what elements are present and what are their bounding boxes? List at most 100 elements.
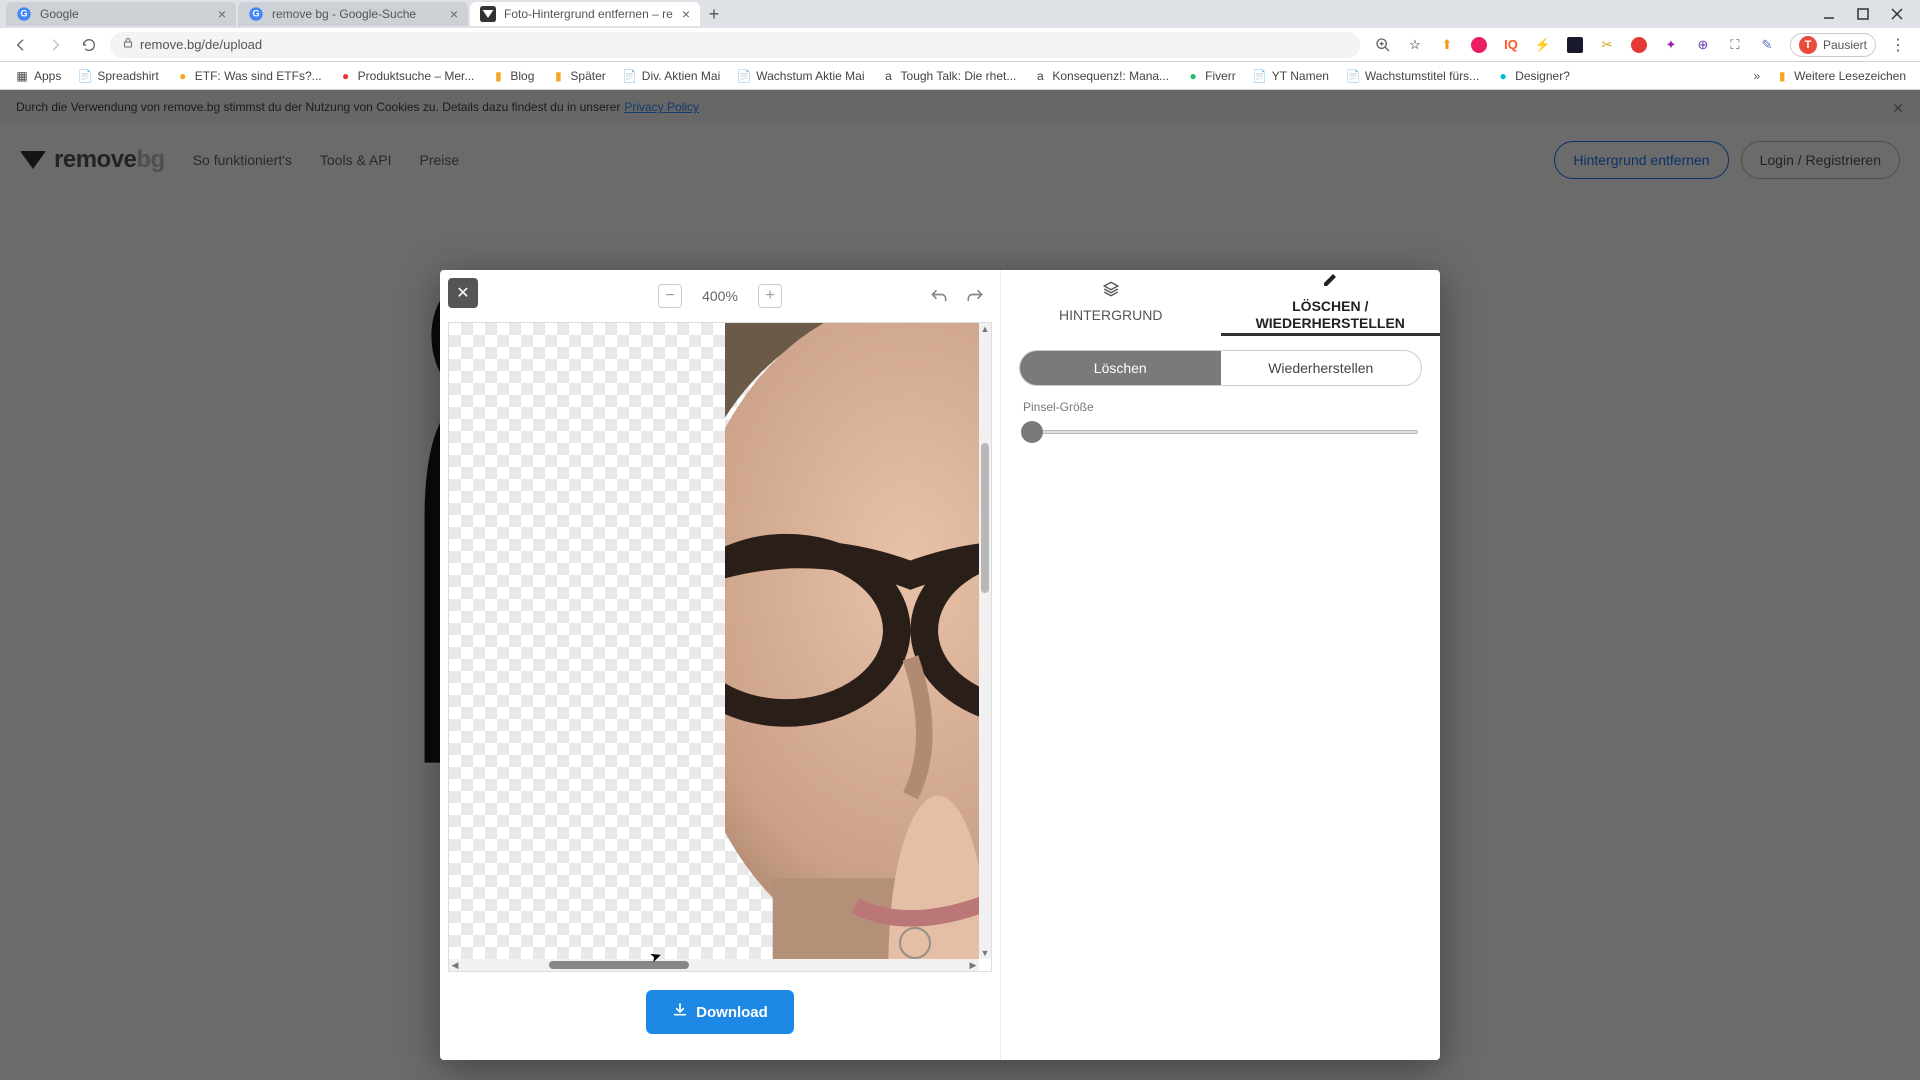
extension-icon[interactable]: ✦ [1662, 36, 1680, 54]
horizontal-scrollbar[interactable]: ◀ ▶ [449, 959, 979, 971]
vertical-scroll-thumb[interactable] [981, 443, 989, 593]
extension-icon[interactable]: ⚡ [1534, 36, 1552, 54]
extension-icon[interactable]: ✎ [1758, 36, 1776, 54]
extension-icon[interactable]: ⊕ [1694, 36, 1712, 54]
undo-redo-controls [926, 284, 988, 310]
browser-menu-button[interactable]: ⋮ [1890, 35, 1906, 55]
redo-button[interactable] [962, 284, 988, 310]
bookmark-favicon: ● [1495, 68, 1511, 84]
lock-icon [122, 37, 134, 52]
browser-tab[interactable]: Foto-Hintergrund entfernen – re × [470, 2, 700, 26]
close-icon[interactable]: × [218, 7, 226, 21]
extension-icon[interactable] [1470, 36, 1488, 54]
editor-canvas[interactable]: ▲ ▼ ◀ ▶ ➤ [448, 322, 992, 972]
window-controls [1822, 7, 1914, 21]
zoom-icon[interactable] [1374, 36, 1392, 54]
bookmark-favicon: 📄 [1252, 68, 1268, 84]
zoom-out-button[interactable]: − [658, 284, 682, 308]
scroll-right-arrow[interactable]: ▶ [967, 959, 979, 971]
profile-label: Pausiert [1823, 38, 1867, 52]
google-favicon: G [248, 6, 264, 22]
maximize-button[interactable] [1856, 7, 1870, 21]
scroll-down-arrow[interactable]: ▼ [979, 947, 991, 959]
bookmark-item[interactable]: ●ETF: Was sind ETFs?... [169, 65, 328, 87]
more-bookmarks[interactable]: ▮Weitere Lesezeichen [1768, 65, 1912, 87]
apps-button[interactable]: ▦Apps [8, 65, 67, 87]
browser-chrome: G Google × G remove bg - Google-Suche × … [0, 0, 1920, 90]
bookmark-favicon: ● [175, 68, 191, 84]
download-icon [672, 1002, 688, 1022]
bookmark-favicon: ● [1185, 68, 1201, 84]
subject-image [725, 323, 979, 959]
address-bar: remove.bg/de/upload ☆ ⬆ IQ ⚡ ✂ ✦ ⊕ ⛶ ✎ T… [0, 28, 1920, 62]
google-favicon: G [16, 6, 32, 22]
scroll-left-arrow[interactable]: ◀ [449, 959, 461, 971]
brush-size-slider[interactable] [1023, 418, 1418, 446]
window-close-button[interactable] [1890, 7, 1904, 21]
bookmark-item[interactable]: ●Fiverr [1179, 65, 1242, 87]
close-editor-button[interactable]: ✕ [448, 278, 478, 308]
editor-left-panel: ✕ − 400% + [440, 270, 1000, 1060]
bookmark-favicon: 📄 [77, 68, 93, 84]
bookmark-item[interactable]: 📄Wachstum Aktie Mai [730, 65, 870, 87]
download-button[interactable]: Download [646, 990, 794, 1034]
star-icon[interactable]: ☆ [1406, 36, 1424, 54]
back-button[interactable] [8, 32, 34, 58]
horizontal-scroll-thumb[interactable] [549, 961, 689, 969]
bookmark-item[interactable]: 📄Wachstumstitel fürs... [1339, 65, 1485, 87]
folder-icon: ▮ [550, 68, 566, 84]
close-icon[interactable]: × [450, 7, 458, 21]
bookmark-favicon: 📄 [1345, 68, 1361, 84]
bookmark-item[interactable]: ●Designer? [1489, 65, 1576, 87]
bookmark-item[interactable]: aTough Talk: Die rhet... [875, 65, 1023, 87]
removebg-favicon [480, 6, 496, 22]
bookmark-item[interactable]: 📄Div. Aktien Mai [616, 65, 726, 87]
bookmarks-overflow[interactable]: » [1753, 69, 1760, 83]
extension-icon[interactable]: ⬆ [1438, 36, 1456, 54]
slider-thumb[interactable] [1021, 421, 1043, 443]
tab-bar: G Google × G remove bg - Google-Suche × … [0, 0, 1920, 28]
erase-toggle[interactable]: Löschen [1020, 351, 1221, 385]
brush-size-label: Pinsel-Größe [1023, 400, 1418, 414]
vertical-scrollbar[interactable]: ▲ ▼ [979, 323, 991, 959]
zoom-level: 400% [698, 288, 742, 304]
tab-erase-restore[interactable]: LÖSCHEN / WIEDERHERSTELLEN [1221, 270, 1441, 336]
reload-button[interactable] [76, 32, 102, 58]
editor-modal: ✕ − 400% + [440, 270, 1440, 1060]
undo-button[interactable] [926, 284, 952, 310]
zoom-in-button[interactable]: + [758, 284, 782, 308]
bookmark-favicon: 📄 [736, 68, 752, 84]
folder-icon: ▮ [490, 68, 506, 84]
new-tab-button[interactable]: + [702, 2, 726, 26]
bookmark-item[interactable]: ●Produktsuche – Mer... [332, 65, 481, 87]
bookmark-item[interactable]: ▮Blog [484, 65, 540, 87]
browser-tab[interactable]: G Google × [6, 2, 236, 26]
bookmark-item[interactable]: aKonsequenz!: Mana... [1026, 65, 1175, 87]
tab-title: Foto-Hintergrund entfernen – re [504, 7, 676, 21]
layers-icon [1102, 280, 1120, 303]
tab-title: remove bg - Google-Suche [272, 7, 444, 21]
bookmark-item[interactable]: ▮Später [544, 65, 611, 87]
mode-tabs: HINTERGRUND LÖSCHEN / WIEDERHERSTELLEN [1001, 270, 1440, 336]
minimize-button[interactable] [1822, 7, 1836, 21]
bookmark-favicon: a [881, 68, 897, 84]
restore-toggle[interactable]: Wiederherstellen [1221, 351, 1422, 385]
scroll-up-arrow[interactable]: ▲ [979, 323, 991, 335]
forward-button[interactable] [42, 32, 68, 58]
bookmark-item[interactable]: 📄YT Namen [1246, 65, 1335, 87]
brush-icon [1321, 271, 1339, 294]
tab-background[interactable]: HINTERGRUND [1001, 270, 1221, 336]
extension-icon[interactable]: IQ [1502, 36, 1520, 54]
page-content: Durch die Verwendung von remove.bg stimm… [0, 90, 1920, 1080]
url-input[interactable]: remove.bg/de/upload [110, 32, 1360, 58]
close-icon[interactable]: × [682, 7, 690, 21]
profile-chip[interactable]: T Pausiert [1790, 33, 1876, 57]
bookmark-item[interactable]: 📄Spreadshirt [71, 65, 164, 87]
zoom-controls: − 400% + [440, 270, 1000, 322]
bookmark-favicon: ● [338, 68, 354, 84]
extension-icon[interactable]: ✂ [1598, 36, 1616, 54]
extension-icon[interactable] [1630, 36, 1648, 54]
extension-icon[interactable]: ⛶ [1726, 36, 1744, 54]
extension-icon[interactable] [1566, 36, 1584, 54]
browser-tab[interactable]: G remove bg - Google-Suche × [238, 2, 468, 26]
